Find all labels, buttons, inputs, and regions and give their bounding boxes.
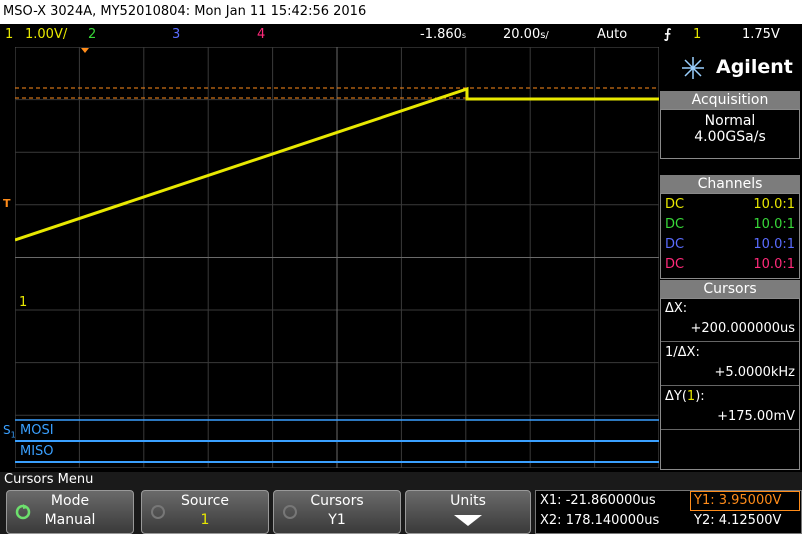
acquisition-header: Acquisition [660,91,800,109]
acquisition-box: Normal 4.00GSa/s [660,109,800,159]
trigger-mode[interactable]: Auto [597,24,627,46]
agilent-spark-icon [682,57,704,79]
mode-softkey[interactable]: Mode Manual [6,490,134,534]
inv-dx-value: +5.0000kHz [714,365,795,380]
serial-marker: S1 [3,423,16,440]
menu-title: Cursors Menu [4,472,94,487]
channels-box: DC 10.0:1 DC 10.0:1 DC 10.0:1 DC 10.0:1 [660,193,800,279]
channel-row-2: DC 10.0:1 [665,217,795,232]
trigger-source[interactable]: 1 [693,24,701,46]
brand-area: Agilent [660,47,800,89]
title-bar: MSO-X 3024A, MY52010804: Mon Jan 11 15:4… [0,0,802,24]
trigger-marker: T [3,197,11,210]
graticule [15,47,659,468]
dy-value: +175.00mV [717,409,795,424]
ch1-ground-marker: 1 [19,295,28,310]
y1-readout: Y1: 3.95000V [694,493,782,508]
time-scale[interactable]: 20.00s/ [503,24,549,47]
y2-readout: Y2: 4.12500V [694,513,782,528]
cursors-header: Cursors [660,280,800,298]
acq-mode: Normal [704,113,756,129]
brand-name: Agilent [716,56,793,78]
waveform-display[interactable]: T 1 S1 MOSI MISO [3,47,659,468]
channel-row-1: DC 10.0:1 [665,197,795,212]
channels-header: Channels [660,175,800,193]
cursor-readout: X1: -21.860000us X2: 178.140000us Y1: 3.… [535,490,802,534]
dy-label: ΔY(1): [665,389,705,404]
time-offset[interactable]: -1.860s [420,24,466,47]
source-softkey[interactable]: Source 1 [141,490,269,534]
x2-readout: X2: 178.140000us [540,513,660,528]
info-panel: Agilent Acquisition Normal 4.00GSa/s Cha… [660,47,802,470]
ch1-scale[interactable]: 1.00V/ [25,24,67,46]
acq-rate: 4.00GSa/s [694,129,766,145]
cursors-softkey[interactable]: Cursors Y1 [273,490,401,534]
arrow-down-icon [454,515,482,526]
inv-dx-label: 1/ΔX: [665,345,700,360]
channel-row-4: DC 10.0:1 [665,257,795,272]
ch2-number[interactable]: 2 [88,24,96,46]
ch4-number[interactable]: 4 [257,24,265,46]
trigger-level[interactable]: 1.75V [742,24,780,46]
channel-row-3: DC 10.0:1 [665,237,795,252]
units-softkey[interactable]: Units [405,490,531,534]
dx-value: +200.000000us [690,321,795,336]
window-title: MSO-X 3024A, MY52010804: Mon Jan 11 15:4… [3,4,367,19]
ch1-number[interactable]: 1 [5,24,13,46]
mosi-label: MOSI [20,423,54,438]
miso-label: MISO [20,444,54,459]
status-bar: 1 1.00V/ 2 3 4 -1.860s 20.00s/ Auto ⨍ 1 … [0,24,802,46]
dx-label: ΔX: [665,301,688,316]
trigger-edge-icon: ⨍ [664,27,672,42]
cursors-box: ΔX: +200.000000us 1/ΔX: +5.0000kHz ΔY(1)… [660,298,800,470]
ch3-number[interactable]: 3 [172,24,180,46]
x1-readout: X1: -21.860000us [540,493,656,508]
